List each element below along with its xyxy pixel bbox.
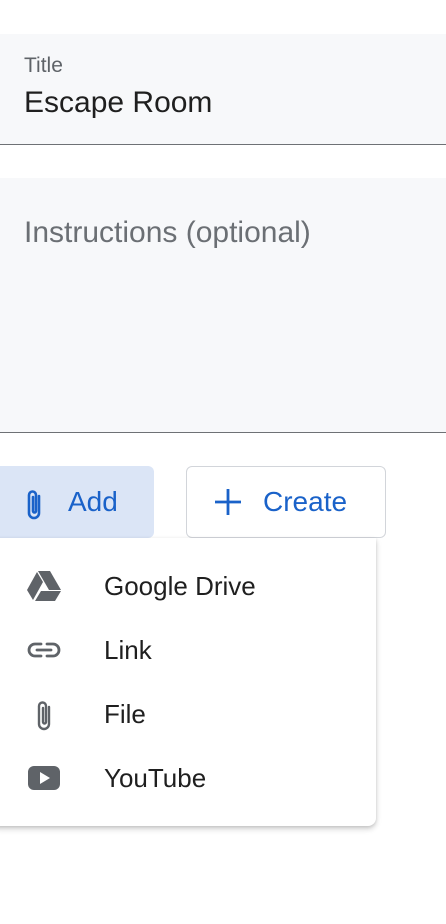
add-button[interactable]: Add [0,466,154,538]
assignment-editor: Title Escape Room Instructions (optional… [0,0,446,924]
paperclip-icon [26,696,62,732]
youtube-icon [26,760,62,796]
title-field-value[interactable]: Escape Room [24,86,212,120]
google-drive-icon [26,568,62,604]
title-field-label: Title [24,54,63,77]
title-field[interactable]: Title Escape Room [0,34,446,145]
create-button-label: Create [263,486,348,517]
menu-item-label: File [104,698,146,729]
instructions-field[interactable]: Instructions (optional) [0,178,446,433]
link-icon [26,632,62,668]
paperclip-icon [19,485,49,521]
menu-item-google-drive[interactable]: Google Drive [0,554,376,618]
menu-item-youtube[interactable]: YouTube [0,746,376,810]
create-button[interactable]: Create [186,466,386,538]
menu-item-file[interactable]: File [0,682,376,746]
menu-item-link[interactable]: Link [0,618,376,682]
add-button-label: Add [68,486,118,517]
menu-item-label: YouTube [104,762,207,793]
menu-item-label: Google Drive [104,570,256,601]
plus-icon [213,487,243,517]
instructions-placeholder: Instructions (optional) [24,216,311,249]
menu-item-label: Link [104,634,152,665]
add-menu: Google Drive Link File YouTube [0,538,376,826]
